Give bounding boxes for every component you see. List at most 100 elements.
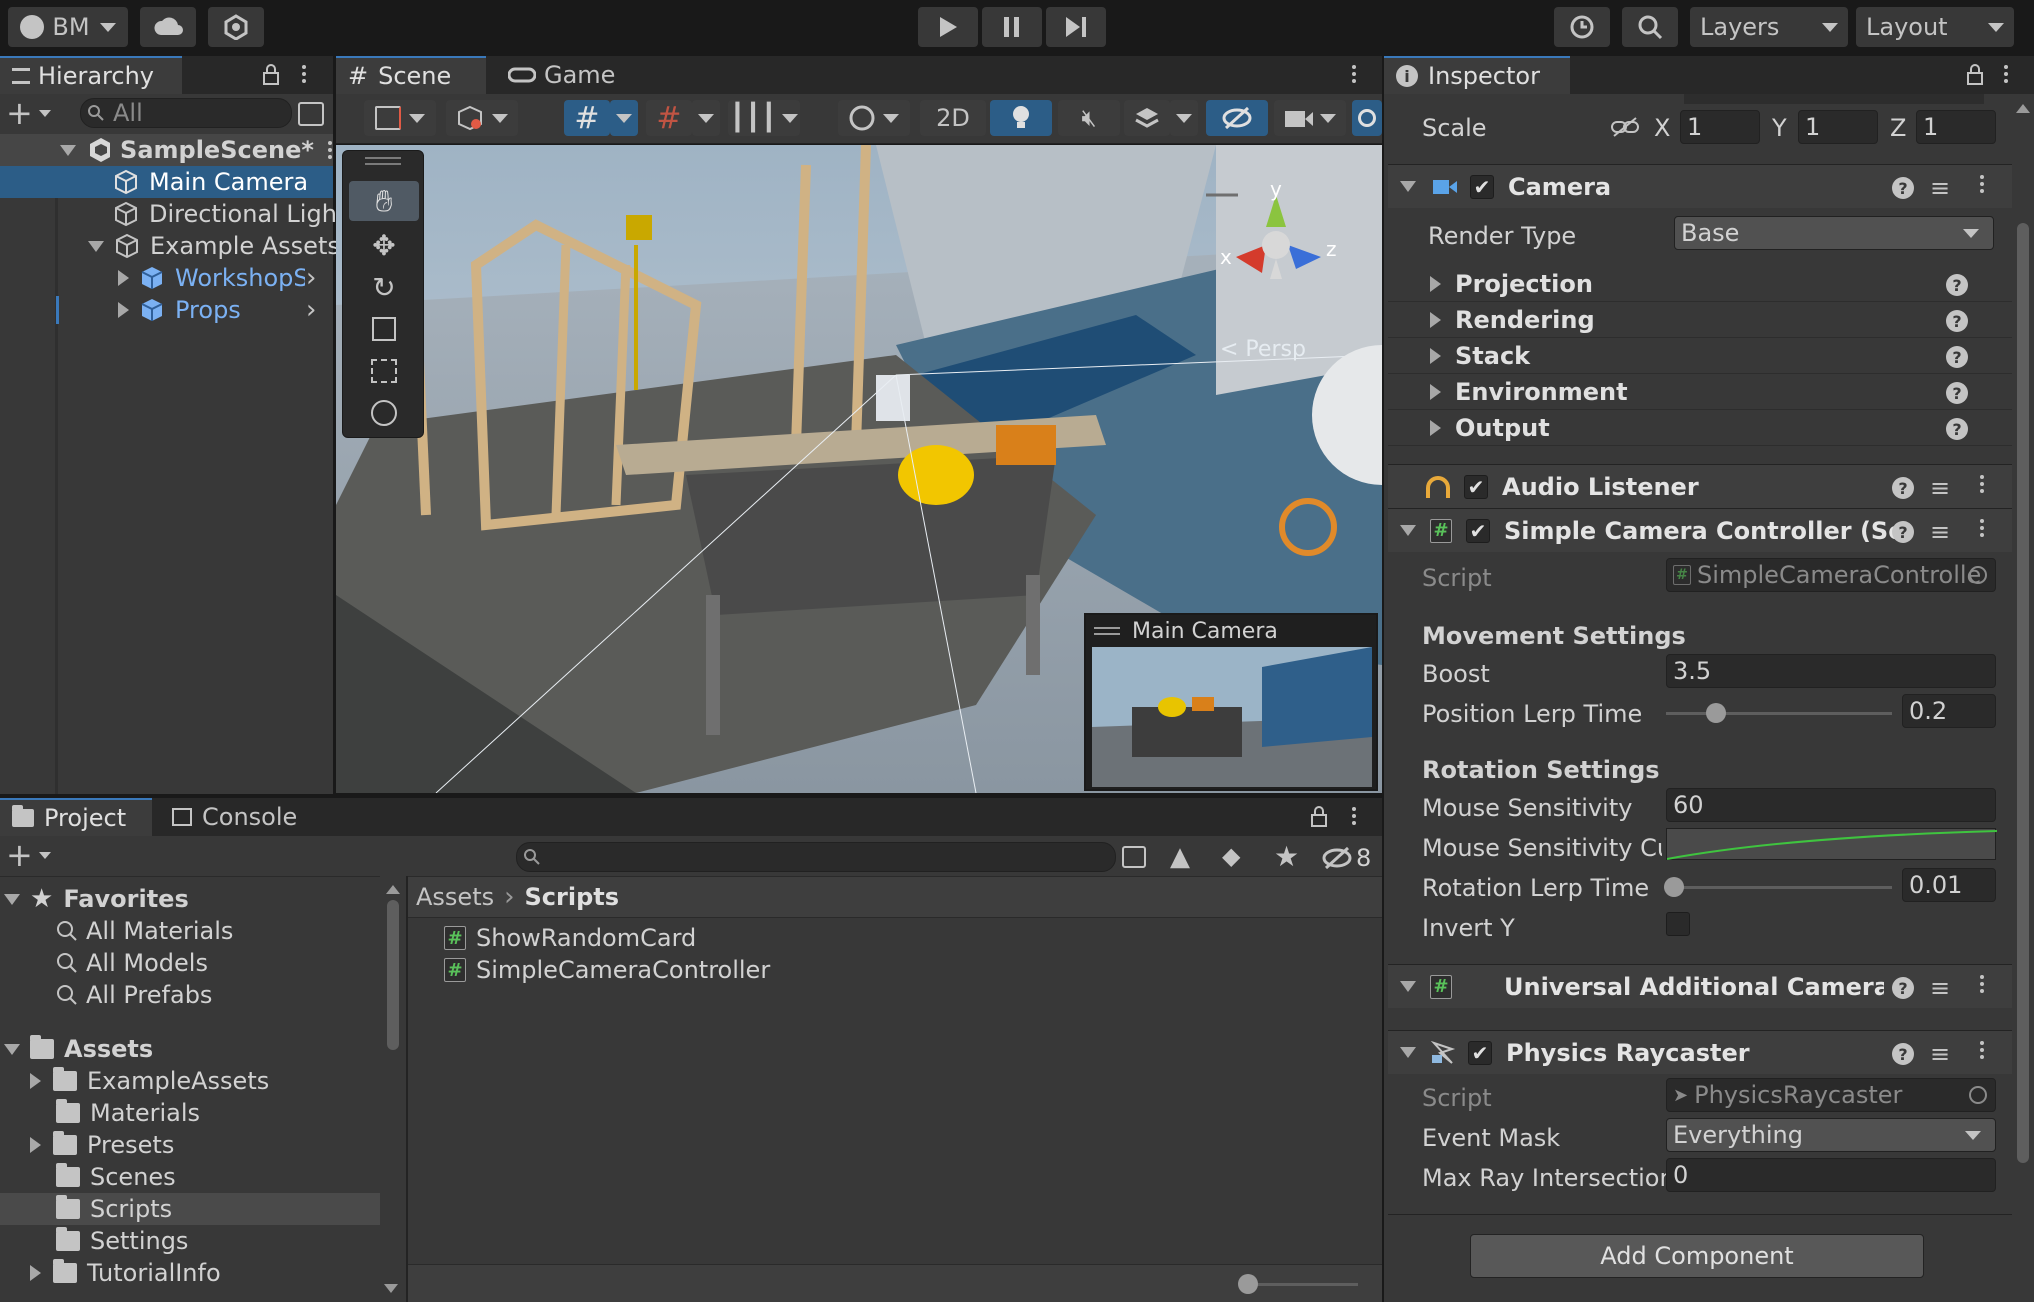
transform-tool-button[interactable] [349, 393, 419, 433]
rotate-tool-button[interactable]: ↻ [349, 267, 419, 307]
hierarchy-menu-icon[interactable] [302, 62, 308, 86]
lock-icon[interactable] [1966, 64, 1984, 86]
chevron-right-icon[interactable]: › [306, 263, 316, 293]
position-lerp-track[interactable] [1666, 712, 1892, 715]
boost-field[interactable]: 3.5 [1666, 654, 1996, 688]
add-component-button[interactable]: Add Component [1470, 1234, 1924, 1278]
file-item[interactable]: # SimpleCameraController [444, 954, 770, 986]
filter-type-icon[interactable]: ▲ [1170, 842, 1190, 872]
help-icon[interactable]: ? [1892, 1043, 1914, 1065]
collab-button[interactable] [208, 7, 264, 47]
panel-divider[interactable] [1382, 56, 1384, 1302]
rendering-foldout[interactable]: Rendering [1388, 302, 2012, 338]
lock-icon[interactable] [1310, 806, 1328, 828]
help-icon[interactable]: ? [1892, 477, 1914, 499]
projection-foldout[interactable]: Projection [1388, 266, 2012, 302]
rect-tool-button[interactable] [349, 351, 419, 391]
create-asset-dropdown[interactable]: + [6, 839, 51, 871]
file-item[interactable]: # ShowRandomCard [444, 922, 696, 954]
position-lerp-slider[interactable] [1706, 703, 1726, 723]
favorite-item[interactable]: All Materials [0, 915, 233, 947]
snap-dropdown[interactable] [692, 100, 720, 136]
breadcrumb-root[interactable]: Assets [416, 883, 494, 911]
hierarchy-item-directional-light[interactable]: Directional Light [0, 198, 346, 230]
tab-hierarchy[interactable]: Hierarchy [0, 56, 182, 94]
position-lerp-field[interactable]: 0.2 [1902, 694, 1996, 728]
inspector-menu-icon[interactable] [2004, 62, 2010, 86]
stack-foldout[interactable]: Stack [1388, 338, 2012, 374]
snap-toggle[interactable]: # [646, 100, 692, 136]
increment-snap-dropdown[interactable]: ┃┃┃ [728, 100, 800, 136]
component-menu-icon[interactable] [1980, 1038, 1986, 1062]
assets-row[interactable]: Assets [0, 1033, 153, 1065]
camera-component-header[interactable]: ✔ Camera [1388, 164, 2012, 208]
presets-icon[interactable]: ≡ [1930, 1040, 1950, 1068]
account-dropdown[interactable]: BM [8, 7, 128, 47]
folder-item[interactable]: Settings [0, 1225, 188, 1257]
scale-x-field[interactable]: 1 [1680, 110, 1760, 144]
object-picker-icon[interactable] [1969, 1086, 1987, 1104]
lighting-toggle[interactable] [990, 100, 1052, 136]
tab-scene[interactable]: # Scene [336, 56, 486, 94]
urp-camera-data-header[interactable]: # Universal Additional Camera Da [1388, 964, 2012, 1008]
scene-menu-icon[interactable] [327, 138, 333, 162]
search-button[interactable] [1622, 7, 1678, 47]
icon-size-slider[interactable] [1238, 1274, 1258, 1294]
filter-label-icon[interactable]: ◆ [1222, 842, 1240, 870]
folder-item-selected[interactable]: Scripts [0, 1193, 380, 1225]
presets-icon[interactable]: ≡ [1930, 974, 1950, 1002]
camera-enabled-checkbox[interactable]: ✔ [1470, 174, 1494, 199]
help-icon[interactable]: ? [1892, 177, 1914, 199]
folder-item[interactable]: ExampleAssets [0, 1065, 269, 1097]
orientation-gizmo[interactable]: y x z [1196, 177, 1346, 305]
favorite-item[interactable]: All Prefabs [0, 979, 212, 1011]
component-menu-icon[interactable] [1980, 972, 1986, 996]
max-ray-field[interactable]: 0 [1666, 1158, 1996, 1192]
layout-dropdown[interactable]: Layout [1856, 7, 2014, 47]
component-menu-icon[interactable] [1980, 516, 1986, 540]
help-icon[interactable]: ? [1946, 418, 1968, 440]
event-mask-dropdown[interactable]: Everything [1666, 1118, 1996, 1152]
scroll-down-icon[interactable] [384, 1284, 398, 1293]
favorite-item[interactable]: All Models [0, 947, 208, 979]
hierarchy-scene-row[interactable]: SampleScene* [0, 134, 333, 166]
physics-raycaster-header[interactable]: ✔ Physics Raycaster [1388, 1030, 2012, 1074]
scroll-thumb[interactable] [387, 900, 399, 1050]
layers-dropdown[interactable]: Layers [1690, 7, 1848, 47]
draw-mode-dropdown[interactable] [364, 100, 436, 136]
help-icon[interactable]: ? [1946, 382, 1968, 404]
split-divider[interactable] [406, 876, 408, 1302]
mouse-sensitivity-field[interactable]: 60 [1666, 788, 1996, 822]
hierarchy-item-workshop[interactable]: WorkshopS › [0, 262, 333, 294]
tree-scrollbar[interactable] [384, 881, 402, 1301]
rotation-fields-partial[interactable] [1684, 94, 1984, 104]
folder-item[interactable]: Scenes [0, 1161, 176, 1193]
grid-snap-toggle[interactable]: # [564, 100, 610, 136]
create-dropdown[interactable]: + [6, 97, 51, 129]
object-picker-icon[interactable] [1969, 566, 1987, 584]
audio-toggle[interactable]: 🔇︎ [1058, 100, 1120, 136]
tab-inspector[interactable]: i Inspector [1384, 56, 1570, 94]
projection-label[interactable]: < Persp [1220, 337, 1306, 362]
hidden-packages-toggle[interactable]: 8 [1322, 844, 1371, 872]
chevron-right-icon[interactable]: › [306, 295, 316, 325]
toggle-2d-button[interactable]: 2D [920, 100, 986, 136]
scene-visibility-toggle[interactable] [1206, 100, 1268, 136]
hierarchy-item-main-camera[interactable]: Main Camera [0, 166, 333, 198]
undo-history-button[interactable] [1554, 7, 1610, 47]
rotation-lerp-slider[interactable] [1664, 877, 1684, 897]
grid-dropdown[interactable] [610, 100, 638, 136]
folder-item[interactable]: Presets [0, 1129, 174, 1161]
presets-icon[interactable]: ≡ [1930, 174, 1950, 202]
help-icon[interactable]: ? [1892, 977, 1914, 999]
tab-game[interactable]: Game [496, 56, 636, 94]
script-reference-field[interactable]: ➤ PhysicsRaycaster [1666, 1078, 1996, 1112]
favorites-row[interactable]: ★ Favorites [0, 883, 189, 915]
effects-toggle[interactable] [1124, 100, 1170, 136]
presets-icon[interactable]: ≡ [1930, 474, 1950, 502]
drag-handle-icon[interactable] [1094, 627, 1120, 635]
audio-listener-header[interactable]: ✔ Audio Listener [1388, 464, 2012, 508]
script-enabled-checkbox[interactable]: ✔ [1466, 518, 1490, 543]
help-icon[interactable]: ? [1892, 521, 1914, 543]
constrain-proportions-icon[interactable] [1610, 116, 1640, 138]
